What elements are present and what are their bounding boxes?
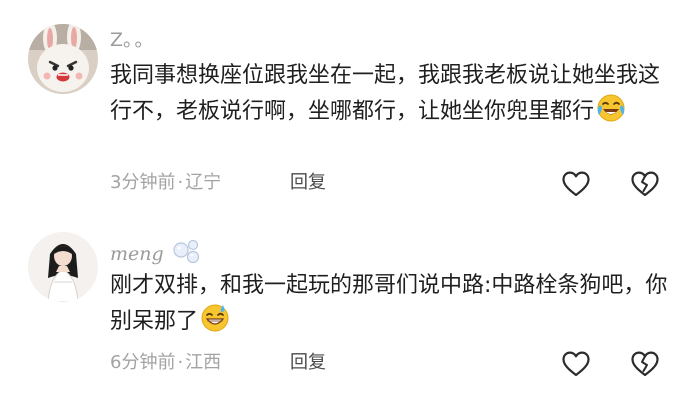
heart-outline-icon[interactable] xyxy=(561,350,591,378)
avatar[interactable] xyxy=(28,232,98,302)
comment-meta: 6分钟前 · 江西 xyxy=(110,351,221,375)
comment-body: 我同事想换座位跟我坐在一起，我跟我老板说让她坐我这行不，老板说行啊，坐哪都行，让… xyxy=(110,63,661,124)
reply-button[interactable]: 回复 xyxy=(290,171,326,195)
comment-location: 江西 xyxy=(185,352,222,373)
username-text: meng xyxy=(110,243,164,265)
laughing-crying-emoji xyxy=(596,93,626,134)
comment-text: 刚才双排，和我一起玩的那哥们说中路:中路栓条狗吧，你别呆那了 xyxy=(110,268,680,344)
comment-body: 刚才双排，和我一起玩的那哥们说中路:中路栓条狗吧，你别呆那了 xyxy=(110,273,668,334)
comment-time: 6分钟前 xyxy=(110,352,176,373)
avatar[interactable] xyxy=(28,24,98,94)
bubble-badge-icon xyxy=(172,238,202,270)
username[interactable]: meng xyxy=(110,242,164,266)
comment-time: 3分钟前 xyxy=(110,172,176,193)
reply-button[interactable]: 回复 xyxy=(290,351,326,375)
broken-heart-outline-icon[interactable] xyxy=(630,170,660,198)
username-text: Z xyxy=(110,29,124,51)
comment-meta: 3分钟前 · 辽宁 xyxy=(110,171,221,195)
comment-location: 辽宁 xyxy=(185,172,222,193)
broken-heart-outline-icon[interactable] xyxy=(630,350,660,378)
sweat-grin-emoji xyxy=(200,303,230,344)
username[interactable]: Z。。 xyxy=(110,28,156,52)
username-suffix: 。。 xyxy=(123,29,156,51)
meta-separator: · xyxy=(177,172,184,193)
heart-outline-icon[interactable] xyxy=(561,170,591,198)
meta-separator: · xyxy=(177,352,184,373)
comment-text: 我同事想换座位跟我坐在一起，我跟我老板说让她坐我这行不，老板说行啊，坐哪都行，让… xyxy=(110,58,680,134)
